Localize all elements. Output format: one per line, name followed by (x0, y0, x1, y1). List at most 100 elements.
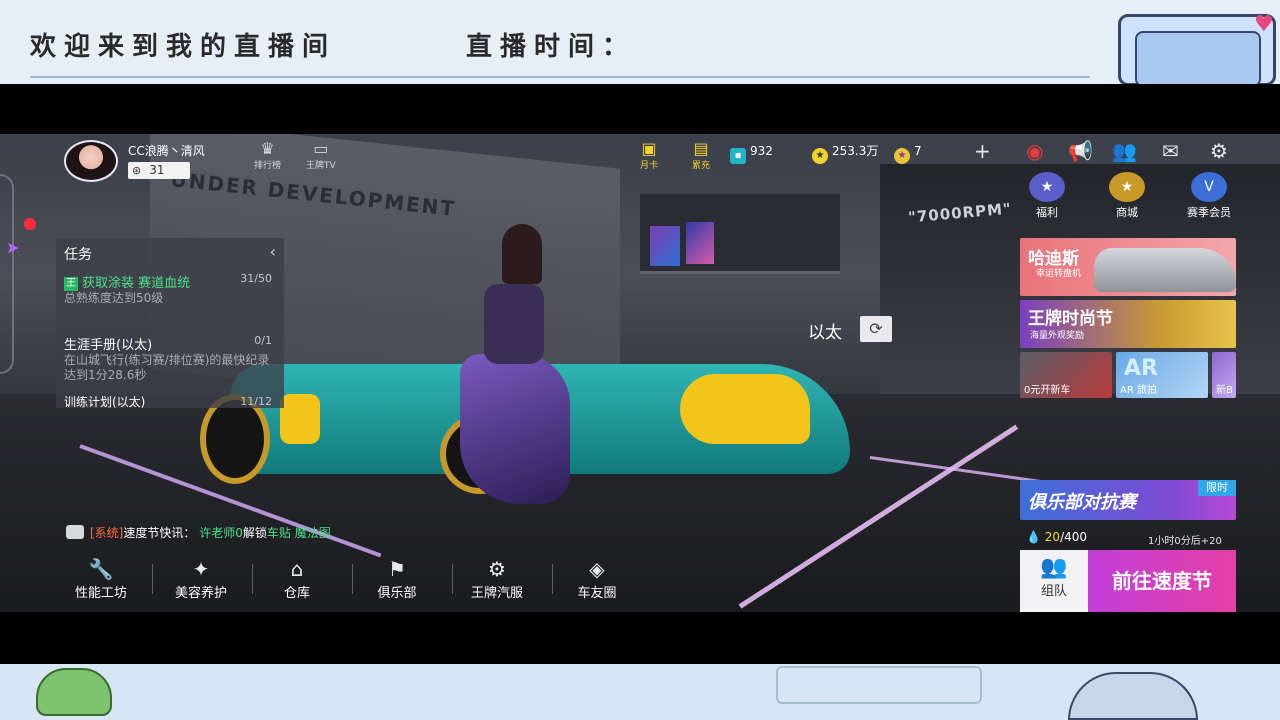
nav-performance-workshop[interactable]: 🔧 性能工坊 (56, 556, 146, 601)
poster (686, 222, 714, 264)
coin-count: 253.3万 (832, 144, 879, 158)
notification-dot (24, 218, 36, 230)
spray-icon: ✦ (192, 557, 210, 581)
nav-divider (152, 564, 153, 594)
player-avatar[interactable] (64, 140, 118, 182)
ranking-button[interactable]: ♛ 排行榜 (254, 139, 281, 172)
refresh-icon[interactable]: ⟳ (860, 316, 892, 342)
banner-car-image (1094, 248, 1236, 292)
task-description: 在山城飞行(练习赛/排位赛)的最快纪录达到1分28.6秒 (64, 353, 270, 382)
player-name: CC浪腾丶清风 (128, 144, 205, 158)
garage-icon: ⌂ (290, 557, 304, 581)
task-title: 生涯手册(以太) (64, 338, 153, 353)
welfare-label: 福利 (1036, 206, 1058, 219)
ar-photo-card[interactable]: AR AR 旅拍 (1116, 352, 1208, 398)
chat-item: 车贴 魔法图 (266, 526, 331, 540)
player-level: 31 (149, 163, 165, 177)
monthly-card-button[interactable]: ▣ 月卡 (640, 139, 659, 172)
decorative-frame (1118, 14, 1276, 87)
go-speed-festival-button[interactable]: 前往速度节 (1088, 550, 1236, 612)
nav-label: 俱乐部 (377, 586, 417, 601)
nav-label: 性能工坊 (74, 586, 127, 601)
car-name-chip[interactable]: 以太 ⟳ (788, 316, 894, 343)
nav-ace-service[interactable]: ⚙ 王牌汽服 (452, 556, 542, 601)
welcome-text: 欢迎来到我的直播间 (30, 32, 337, 62)
steering-wheel-icon: ⊛ (132, 164, 142, 177)
club-icon: ⚑ (388, 557, 406, 581)
shop-label: 商城 (1116, 206, 1138, 219)
decorative-box (776, 666, 982, 704)
club-match-title: 俱乐部对抗赛 (1028, 492, 1136, 513)
weibo-icon[interactable]: ◉ (1026, 139, 1043, 163)
character-torso (484, 284, 544, 364)
stamina-current: 20 (1044, 530, 1061, 544)
nav-car-friends[interactable]: ◈ 车友圈 (552, 556, 642, 601)
ticket-count: 932 (750, 144, 773, 158)
stamina-timer: 1小时0分后+20 (1148, 536, 1222, 547)
chat-action: 解锁 (242, 526, 267, 540)
nav-garage[interactable]: ⌂ 仓库 (252, 556, 342, 601)
star-count: 7 (914, 144, 922, 158)
tv-button[interactable]: ▭ 王牌TV (306, 140, 336, 172)
letterbox-top (0, 84, 1280, 134)
task-panel[interactable]: 任务 ‹ 王获取涂装 赛道血统 总熟练度达到50级 31/50 生涯手册(以太)… (56, 238, 284, 408)
fuel-drop-icon: 💧 (1026, 530, 1041, 544)
service-icon: ⚙ (488, 557, 506, 581)
nav-club[interactable]: ⚑ 俱乐部 (352, 556, 442, 601)
system-chat-message[interactable]: [系统]速度节快讯： 许老师0解锁车贴 魔法图 (66, 524, 331, 541)
card-icon: ▣ (641, 139, 657, 158)
hadis-banner[interactable]: 哈迪斯 幸运转盘机 (1020, 238, 1236, 296)
collapse-arrow-icon[interactable]: ‹ (270, 242, 276, 261)
team-label: 组队 (1040, 584, 1067, 599)
heart-icon: ♥ (1254, 12, 1274, 37)
task-description: 总熟练度达到50级 (64, 291, 164, 305)
vip-button[interactable]: V 赛季会员 (1182, 172, 1236, 220)
recharge-button[interactable]: ▤ 累充 (692, 140, 711, 172)
welfare-button[interactable]: ★ 福利 (1020, 172, 1074, 220)
trophy-icon: ♛ (260, 139, 275, 158)
task-item[interactable]: 王获取涂装 赛道血统 总熟练度达到50级 31/50 (64, 272, 276, 306)
card-label: 新B (1216, 385, 1233, 396)
mail-icon[interactable]: ✉ (1162, 139, 1179, 163)
coin-balance[interactable]: ★ 253.3万 (812, 142, 878, 164)
new-event-card[interactable]: 新B (1212, 352, 1236, 398)
ar-logo: AR (1124, 356, 1158, 381)
vip-icon: V (1191, 172, 1227, 202)
nav-label: 王牌汽服 (470, 586, 523, 601)
bottom-navigation: 🔧 性能工坊 ✦ 美容养护 ⌂ 仓库 ⚑ 俱乐部 ⚙ 王牌汽服 ◈ 车友圈 (56, 556, 656, 608)
turtle-sticker (36, 668, 112, 716)
megaphone-icon[interactable]: 📢 (1068, 139, 1093, 163)
chat-player-name: 许老师0 (199, 526, 243, 540)
star-icon: ★ (894, 148, 910, 164)
nav-beauty-care[interactable]: ✦ 美容养护 (156, 556, 246, 601)
nav-label: 车友圈 (577, 586, 617, 601)
letterbox-bottom (0, 612, 1280, 664)
task-item[interactable]: 训练计划(以太) 11/12 (64, 396, 276, 408)
shop-button[interactable]: ★ 商城 (1100, 172, 1154, 220)
friends-icon[interactable]: 👥 (1112, 139, 1137, 163)
team-up-button[interactable]: 👥 组队 (1020, 550, 1088, 612)
limited-time-badge: 限时 (1198, 480, 1236, 496)
overlay-divider (30, 76, 1090, 78)
expand-arrow-icon[interactable]: ➤ (6, 238, 19, 257)
monthly-card-label: 月卡 (640, 161, 659, 171)
side-drawer-handle[interactable] (0, 174, 14, 374)
task-title: 获取涂装 赛道血统 (82, 276, 191, 291)
card-label: 0元开新车 (1024, 385, 1071, 396)
chat-bubble-icon (66, 525, 84, 539)
character-head (502, 224, 542, 284)
star-balance[interactable]: ★ 7 (894, 142, 922, 164)
recharge-label: 累充 (692, 161, 711, 171)
ace-fashion-banner[interactable]: 王牌时尚节 海量外观奖励 (1020, 300, 1236, 348)
wrench-icon: 🔧 (88, 557, 114, 581)
settings-gear-icon[interactable]: ⚙ (1210, 139, 1228, 163)
task-progress: 31/50 (240, 272, 272, 285)
add-icon[interactable]: + (974, 139, 991, 163)
player-character[interactable] (430, 224, 570, 524)
club-match-banner[interactable]: 俱乐部对抗赛 限时 (1020, 480, 1236, 520)
coin-icon: ★ (812, 148, 828, 164)
task-item[interactable]: 生涯手册(以太) 在山城飞行(练习赛/排位赛)的最快纪录达到1分28.6秒 0/… (64, 334, 276, 383)
poster (650, 226, 680, 266)
ticket-balance[interactable]: ▪ 932 (730, 142, 773, 164)
new-car-card[interactable]: 0元开新车 (1020, 352, 1112, 398)
